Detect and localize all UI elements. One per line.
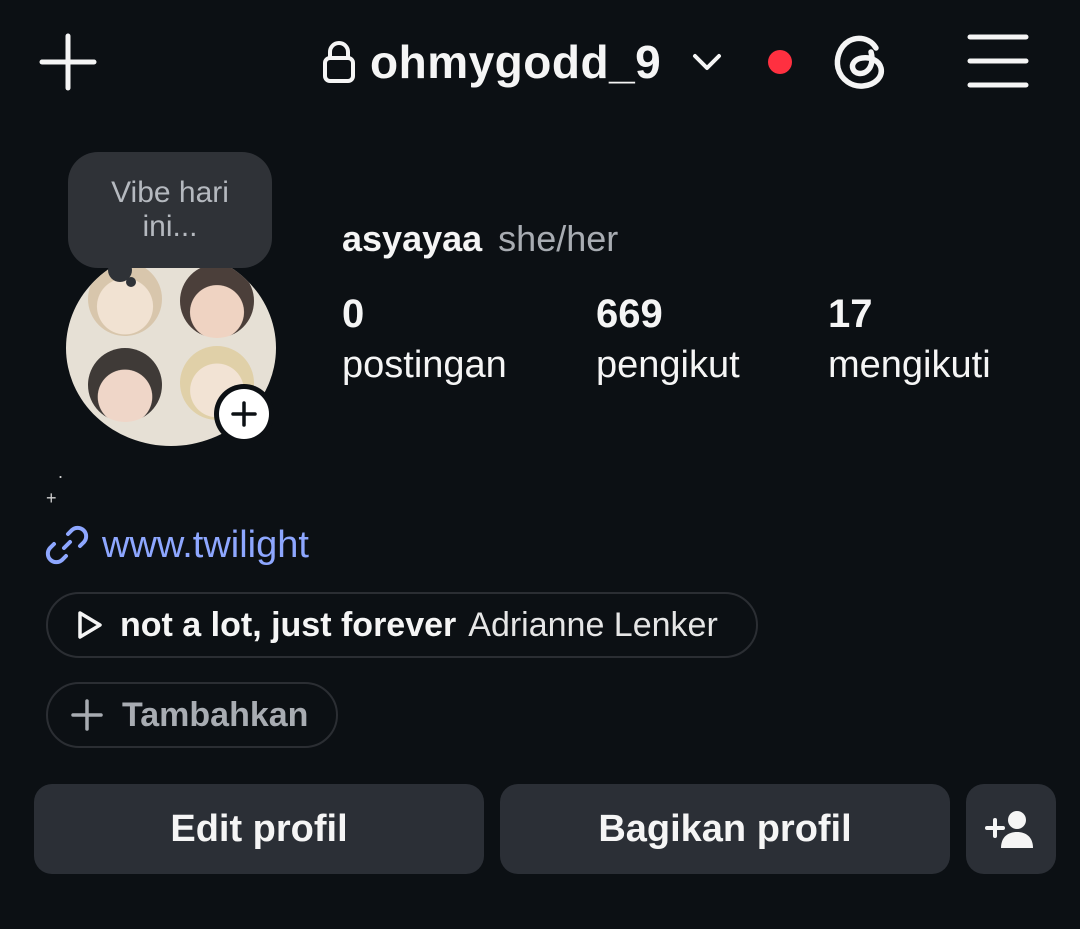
pronouns: she/her — [498, 218, 619, 259]
add-person-icon — [985, 811, 1033, 848]
stat-value: 669 — [596, 292, 663, 336]
notification-dot — [768, 50, 792, 74]
note-bubble[interactable]: Vibe hari ini... — [68, 152, 272, 268]
stat-following[interactable]: 17 mengikuti — [828, 290, 991, 392]
profile-name-line: asyayaa she/her — [342, 218, 618, 260]
display-name: asyayaa — [342, 218, 483, 259]
edit-profile-button[interactable]: Edit profil — [34, 784, 484, 874]
plus-icon — [39, 33, 97, 91]
play-icon — [78, 611, 102, 639]
bio-link[interactable]: www.twilight — [44, 520, 309, 570]
link-icon — [45, 525, 89, 565]
add-label: Tambahkan — [122, 695, 309, 734]
stat-label: pengikut — [596, 344, 740, 386]
plus-icon — [231, 401, 257, 427]
stat-label: mengikuti — [828, 344, 991, 386]
add-button[interactable]: Tambahkan — [46, 682, 338, 748]
menu-button[interactable] — [966, 32, 1030, 90]
note-text: Vibe hari ini... — [111, 176, 229, 243]
note-bubble-tail-small — [126, 277, 136, 287]
add-story-button[interactable] — [214, 384, 274, 444]
discover-people-button[interactable] — [966, 784, 1056, 874]
stat-posts[interactable]: 0 postingan — [342, 290, 507, 392]
edit-profile-label: Edit profil — [170, 807, 348, 850]
profile-music[interactable]: not a lot, just forever Adrianne Lenker — [46, 592, 758, 658]
threads-icon — [834, 35, 885, 89]
create-button[interactable] — [36, 30, 100, 94]
stat-followers[interactable]: 669 pengikut — [596, 290, 740, 392]
chevron-down-icon — [693, 54, 722, 70]
lock-icon — [323, 41, 355, 83]
song-artist: Adrianne Lenker — [468, 605, 718, 644]
account-switcher[interactable]: ohmygodd_9 — [322, 34, 727, 90]
share-profile-button[interactable]: Bagikan profil — [500, 784, 950, 874]
link-text: www.twilight — [102, 523, 309, 566]
threads-button[interactable] — [830, 30, 892, 92]
bio-line: . — [58, 462, 64, 482]
stat-value: 0 — [342, 292, 365, 336]
stat-label: postingan — [342, 344, 507, 386]
stat-value: 17 — [828, 292, 873, 336]
plus-icon — [71, 699, 103, 731]
share-profile-label: Bagikan profil — [598, 807, 852, 850]
bio-line: + — [46, 488, 57, 508]
hamburger-menu-icon — [967, 34, 1029, 88]
song-title: not a lot, just forever — [120, 605, 457, 644]
username: ohmygodd_9 — [370, 36, 662, 88]
